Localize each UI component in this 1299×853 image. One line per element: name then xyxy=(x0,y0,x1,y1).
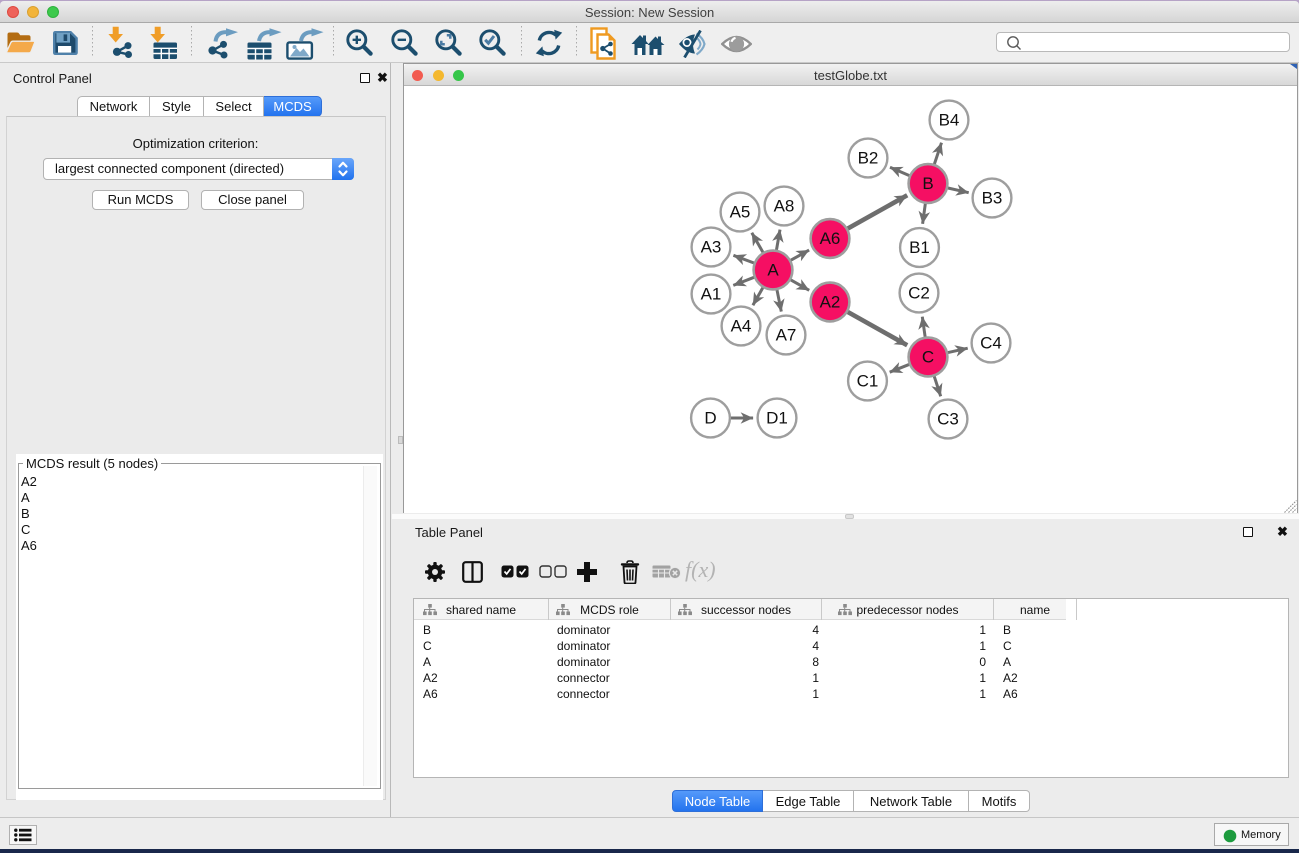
svg-text:C3: C3 xyxy=(937,410,959,429)
svg-text:A7: A7 xyxy=(776,326,797,345)
svg-text:A6: A6 xyxy=(820,229,841,248)
svg-text:C2: C2 xyxy=(908,284,930,303)
svg-text:B2: B2 xyxy=(858,149,879,168)
svg-text:A4: A4 xyxy=(731,317,752,336)
svg-text:B1: B1 xyxy=(909,238,930,257)
svg-text:B3: B3 xyxy=(982,189,1003,208)
svg-text:D: D xyxy=(704,409,716,428)
svg-text:A: A xyxy=(767,261,779,280)
svg-text:D1: D1 xyxy=(766,409,788,428)
svg-text:A5: A5 xyxy=(730,203,751,222)
svg-text:A8: A8 xyxy=(774,197,795,216)
svg-text:B: B xyxy=(922,174,933,193)
svg-text:A2: A2 xyxy=(820,293,841,312)
svg-text:B4: B4 xyxy=(939,111,960,130)
svg-text:C4: C4 xyxy=(980,334,1002,353)
svg-text:C1: C1 xyxy=(857,372,879,391)
svg-text:C: C xyxy=(922,348,934,367)
svg-text:A1: A1 xyxy=(701,285,722,304)
svg-text:A3: A3 xyxy=(701,238,722,257)
